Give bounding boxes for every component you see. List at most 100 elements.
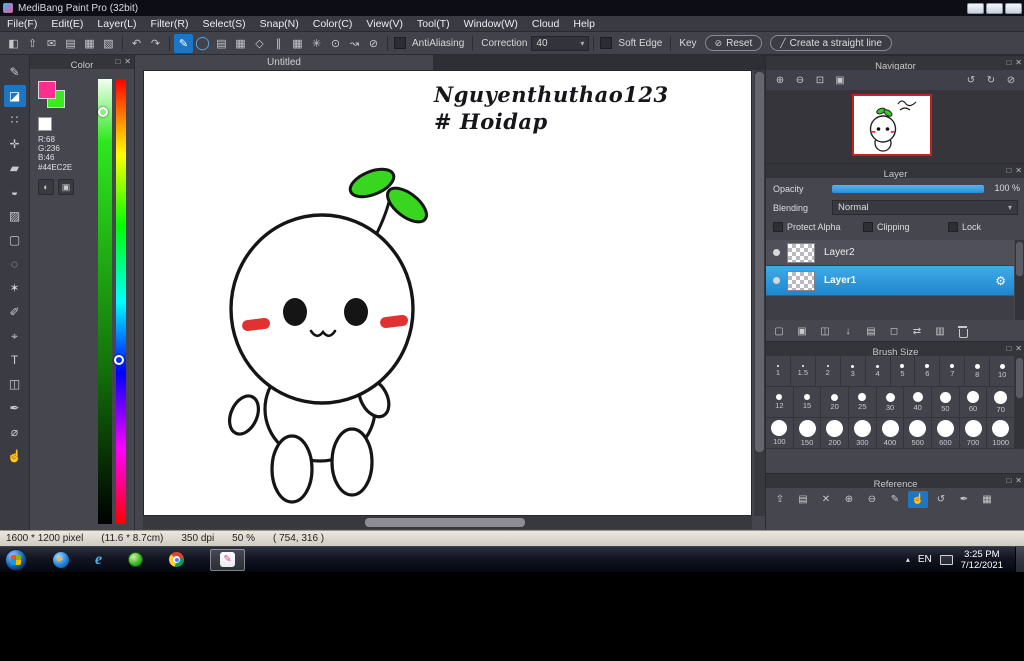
canvas-grid-icon[interactable]: ▦ xyxy=(80,34,99,53)
correction-select[interactable]: 40 ▾ xyxy=(531,35,590,51)
brush-size-7[interactable]: 7 xyxy=(940,356,966,386)
hue-marker[interactable] xyxy=(114,354,124,365)
clear-layer-icon[interactable]: ◻ xyxy=(884,323,904,340)
brush-size-1000[interactable]: 1000 xyxy=(987,418,1016,448)
document-icon[interactable]: ▤ xyxy=(61,34,80,53)
undo-icon[interactable]: ↶ xyxy=(127,34,146,53)
add-pixel-layer-icon[interactable]: ▣ xyxy=(792,323,812,340)
menu-item[interactable]: Tool(T) xyxy=(410,16,457,32)
hue-bar[interactable] xyxy=(114,79,126,524)
layer-visibility-icon[interactable] xyxy=(773,277,780,284)
straight-line-button[interactable]: ╱ Create a straight line xyxy=(770,35,892,51)
palette-icon[interactable]: ◧ xyxy=(4,34,23,53)
brush-tool[interactable]: ✎ xyxy=(4,61,26,83)
zoom-out-icon[interactable]: ⊖ xyxy=(790,72,810,89)
navigator-thumbnail[interactable] xyxy=(852,94,932,156)
menu-item[interactable]: Edit(E) xyxy=(44,16,90,32)
layer-folder-icon[interactable]: ▤ xyxy=(861,323,881,340)
layer-row-selected[interactable]: Layer1 ⚙ xyxy=(766,266,1014,296)
brush-size-1.5[interactable]: 1.5 xyxy=(791,356,816,386)
taskbar-clock[interactable]: 3:25 PM 7/12/2021 xyxy=(961,549,1003,571)
layer-visibility-icon[interactable] xyxy=(773,249,780,256)
brush-size-6[interactable]: 6 xyxy=(915,356,941,386)
brush-size-circle-icon[interactable]: ◯ xyxy=(193,34,212,53)
popout-icon[interactable]: □ xyxy=(1006,474,1011,488)
eraser-tool[interactable]: ◪ xyxy=(3,85,26,107)
delete-layer-icon[interactable] xyxy=(953,323,973,340)
snap-circle-icon[interactable]: ⊙ xyxy=(326,34,345,53)
popout-icon[interactable]: □ xyxy=(1006,56,1011,70)
lasso-tool[interactable]: ◌ xyxy=(4,253,26,275)
menu-item[interactable]: File(F) xyxy=(0,16,44,32)
close-icon[interactable]: ✕ xyxy=(1015,474,1022,488)
fill-tool[interactable]: ▰ xyxy=(4,157,26,179)
close-button[interactable] xyxy=(1005,2,1022,14)
clipping-checkbox[interactable] xyxy=(863,222,873,232)
menu-item[interactable]: Window(W) xyxy=(457,16,525,32)
brush-size-700[interactable]: 700 xyxy=(960,418,988,448)
blending-select[interactable]: Normal ▾ xyxy=(832,200,1018,215)
popout-icon[interactable]: □ xyxy=(115,55,120,69)
eyedropper-tool[interactable]: ✒ xyxy=(4,397,26,419)
opacity-slider[interactable] xyxy=(832,185,984,193)
brush-size-1[interactable]: 1 xyxy=(766,356,791,386)
brush-size-10[interactable]: 10 xyxy=(990,356,1016,386)
perspective-grid-icon[interactable]: ◇ xyxy=(250,34,269,53)
layer-settings-gear-icon[interactable]: ⚙ xyxy=(995,274,1006,288)
menu-item[interactable]: Snap(N) xyxy=(253,16,306,32)
layer-row[interactable]: Layer2 xyxy=(766,240,1014,266)
ref-eyedropper-icon[interactable]: ✒ xyxy=(954,491,974,508)
menu-item[interactable]: View(V) xyxy=(359,16,410,32)
menu-item[interactable]: Filter(R) xyxy=(144,16,196,32)
reset-button[interactable]: ⊘ Reset xyxy=(704,35,763,51)
brush-size-300[interactable]: 300 xyxy=(849,418,877,448)
brush-size-500[interactable]: 500 xyxy=(904,418,933,448)
mask-layer-icon[interactable]: ▥ xyxy=(930,323,950,340)
upload-icon[interactable]: ⇧ xyxy=(23,34,42,53)
antivirus-taskbar-button[interactable] xyxy=(128,549,144,571)
transparent-color-swatch[interactable] xyxy=(38,117,52,131)
media-player-taskbar-button[interactable] xyxy=(53,549,69,571)
brush-size-50[interactable]: 50 xyxy=(932,387,960,417)
divide-tool[interactable]: ◫ xyxy=(4,373,26,395)
close-icon[interactable]: ✕ xyxy=(124,55,131,69)
reset-rotation-icon[interactable]: ⊘ xyxy=(1001,72,1021,89)
saturation-bar[interactable] xyxy=(98,79,112,524)
zoom-fit-icon[interactable]: ▣ xyxy=(830,72,850,89)
dot-tool[interactable]: ∷ xyxy=(4,109,26,131)
language-indicator[interactable]: EN xyxy=(918,554,932,565)
antialiasing-checkbox[interactable] xyxy=(394,37,406,49)
minimize-button[interactable] xyxy=(967,2,984,14)
close-icon[interactable]: ✕ xyxy=(1015,342,1022,356)
brush-size-15[interactable]: 15 xyxy=(794,387,822,417)
brush-size-scroll-thumb[interactable] xyxy=(1016,358,1023,398)
brush-size-400[interactable]: 400 xyxy=(877,418,905,448)
snap-curve-icon[interactable]: ↝ xyxy=(345,34,364,53)
brush-size-20[interactable]: 20 xyxy=(821,387,850,417)
material-panel-icon[interactable]: ▧ xyxy=(99,34,118,53)
canvas-vertical-scrollbar[interactable] xyxy=(754,70,765,516)
close-icon[interactable]: ✕ xyxy=(1015,164,1022,178)
menu-item[interactable]: Select(S) xyxy=(195,16,252,32)
merge-down-icon[interactable]: ↓ xyxy=(838,323,858,340)
maximize-button[interactable] xyxy=(986,2,1003,14)
color-wheel-toggle-icon[interactable]: ◐ xyxy=(38,179,54,195)
rotate-right-icon[interactable]: ↻ xyxy=(981,72,1001,89)
show-desktop-button[interactable] xyxy=(1015,546,1024,573)
menu-item[interactable]: Cloud xyxy=(525,16,566,32)
soft-edge-checkbox[interactable] xyxy=(600,37,613,49)
ref-pen-icon[interactable]: ✎ xyxy=(885,491,905,508)
bucket-tool[interactable]: ◒ xyxy=(4,181,26,203)
gradient-tool[interactable]: ▨ xyxy=(4,205,26,227)
lock-checkbox[interactable] xyxy=(948,222,958,232)
redo-icon[interactable]: ↷ xyxy=(146,34,165,53)
brush-size-100[interactable]: 100 xyxy=(766,418,794,448)
canvas[interactable]: Nguyenthuthao123 # Hoidap xyxy=(143,70,752,516)
brush-size-25[interactable]: 25 xyxy=(849,387,877,417)
popout-icon[interactable]: □ xyxy=(1006,342,1011,356)
move-tool[interactable]: ✛ xyxy=(4,133,26,155)
ref-rotate-icon[interactable]: ↺ xyxy=(931,491,951,508)
add-layer-icon[interactable]: ▢ xyxy=(769,323,789,340)
operation-tool[interactable]: ⌖ xyxy=(4,325,26,347)
color-swatches-toggle-icon[interactable]: ▣ xyxy=(58,179,74,195)
